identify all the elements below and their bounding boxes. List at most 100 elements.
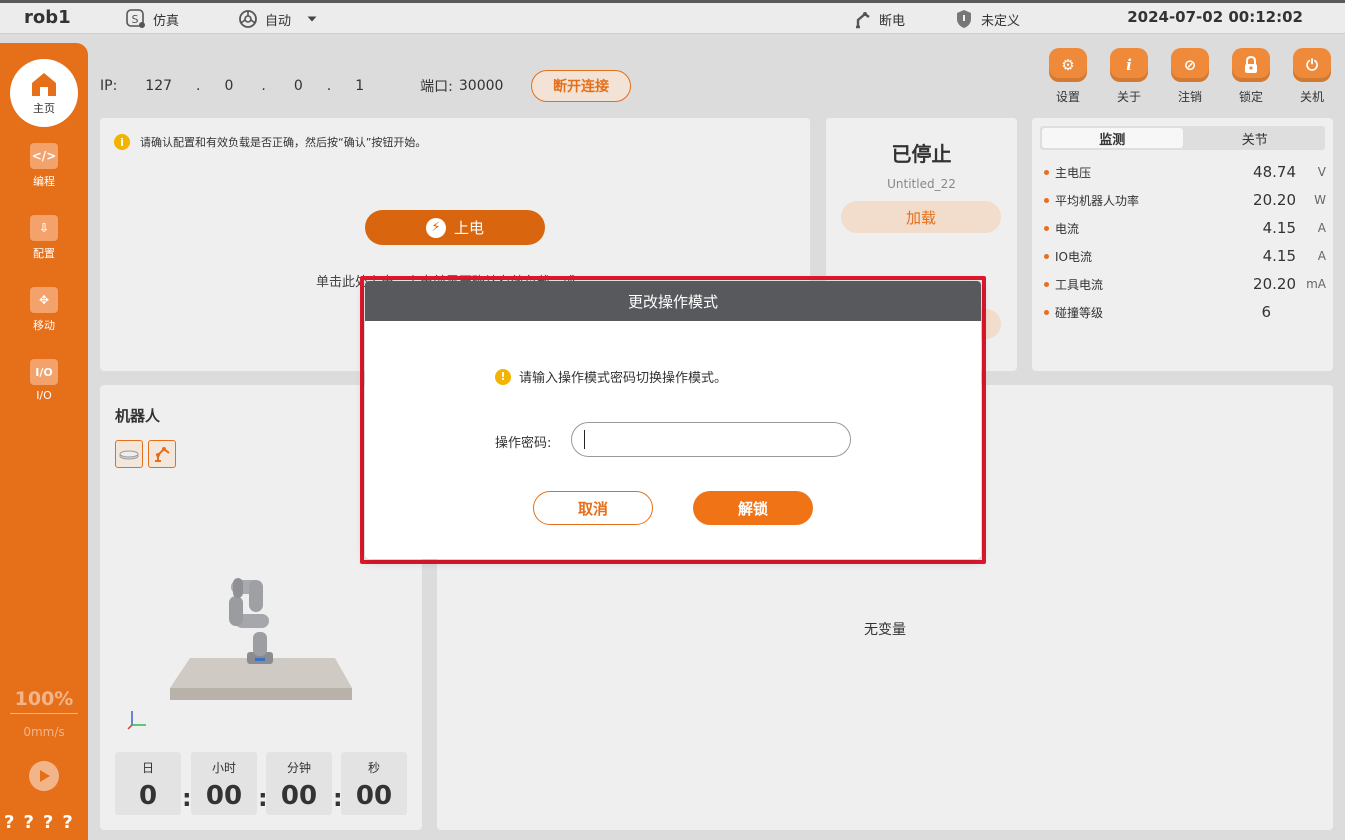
power-on-button[interactable]: ⚡ 上电 (365, 210, 545, 245)
monitor-row: 电流 4.15 A (1044, 216, 1326, 240)
play-button[interactable] (29, 761, 59, 791)
load-button[interactable]: 加载 (841, 201, 1001, 233)
ip-dot: . (196, 78, 201, 94)
action-label: 关于 (1116, 90, 1141, 104)
monitor-unit: V (1317, 165, 1326, 179)
io-icon: I/O (30, 359, 58, 385)
monitor-value: 4.15 (1262, 247, 1296, 265)
cancel-button[interactable]: 取消 (533, 491, 653, 525)
timer-label: 分钟 (286, 761, 311, 775)
monitor-row: 工具电流 20.20 mA (1044, 272, 1326, 296)
svg-text:S: S (132, 13, 139, 26)
simulation-indicator[interactable]: S 仿真 (125, 8, 179, 30)
shutdown-button[interactable]: ⏻ 关机 (1287, 48, 1337, 105)
robot-panel-title: 机器人 (115, 407, 161, 425)
monitor-row: IO电流 4.15 A (1044, 244, 1326, 268)
sidebar-item-label: 移动 (33, 319, 55, 332)
monitor-row: 平均机器人功率 20.20 W (1044, 188, 1326, 212)
view-robot-button[interactable] (148, 440, 176, 468)
timer-value: 0 (138, 781, 158, 811)
ip-dot: . (261, 78, 266, 94)
timer-label: 秒 (367, 761, 380, 775)
speed-percent: 100% (14, 688, 74, 710)
info-icon: i (1110, 48, 1148, 82)
mode-dropdown[interactable]: 自动 (237, 8, 319, 30)
tab-monitor[interactable]: 监测 (1042, 128, 1183, 148)
datetime: 2024-07-02 00:12:02 (1127, 8, 1303, 26)
sidebar-item-io[interactable]: I/O I/O (0, 359, 88, 402)
view-base-button[interactable] (115, 440, 143, 468)
warning-icon: i (114, 134, 130, 150)
chevron-down-icon (307, 16, 317, 22)
move-icon: ✥ (30, 287, 58, 313)
port-label: 端口: (420, 79, 453, 95)
timer-label: 日 (141, 761, 154, 775)
lightning-icon: ⚡ (425, 217, 446, 238)
sidebar-item-home[interactable]: 主页 (10, 59, 78, 127)
simulation-label: 仿真 (153, 13, 180, 29)
monitor-name: 电流 (1055, 221, 1080, 236)
timer-minutes: 分钟 00 (266, 752, 332, 815)
robot-arm-icon (856, 12, 870, 29)
sidebar: 主页 </> 编程 ⇩ 配置 ✥ 移动 I/O I/O 100% 0mm/s ?… (0, 43, 88, 840)
axis-indicator-icon (127, 711, 146, 730)
config-icon: ⇩ (30, 215, 58, 241)
ip-octet: 0 (224, 78, 234, 94)
monitor-value: 20.20 (1253, 191, 1296, 209)
timer-value: 00 (205, 781, 243, 811)
monitor-value: 20.20 (1253, 275, 1296, 293)
mode-icon (239, 10, 257, 28)
change-mode-dialog: 更改操作模式 ! 请输入操作模式密码切换操作模式。 操作密码: 取消 解锁 (365, 281, 981, 559)
ip-label: IP: (100, 78, 118, 94)
safety-state-indicator: 未定义 (953, 8, 1020, 30)
connection-info: IP: 127 . 0 . 0 . 1 端口: 30000 (100, 70, 503, 102)
help-marks: ???? (4, 812, 82, 833)
ip-octet: 0 (293, 78, 303, 94)
sidebar-item-move[interactable]: ✥ 移动 (0, 287, 88, 333)
sidebar-item-config[interactable]: ⇩ 配置 (0, 215, 88, 261)
power-state-indicator: 断电 (851, 8, 905, 30)
password-input[interactable] (571, 422, 851, 457)
monitor-row: 主电压 48.74 V (1044, 160, 1326, 184)
unlock-button[interactable]: 解锁 (693, 491, 813, 525)
monitor-value: 6 (1261, 303, 1271, 321)
dialog-message: ! 请输入操作模式密码切换操作模式。 (495, 367, 727, 386)
timer-value: 00 (280, 781, 318, 811)
sidebar-item-label: 主页 (33, 102, 55, 115)
code-icon: </> (30, 143, 58, 169)
sidebar-item-program[interactable]: </> 编程 (0, 143, 88, 189)
divider (10, 713, 78, 714)
no-variables-text: 无变量 (864, 622, 906, 638)
robot-3d-view[interactable] (165, 570, 360, 705)
lock-icon (1232, 48, 1270, 82)
about-button[interactable]: i 关于 (1104, 48, 1154, 105)
action-label: 注销 (1177, 90, 1202, 104)
monitor-name: 平均机器人功率 (1055, 193, 1140, 208)
action-label: 设置 (1055, 90, 1080, 104)
monitor-unit: A (1317, 249, 1326, 263)
home-icon (32, 73, 56, 96)
dialog-message-text: 请输入操作模式密码切换操作模式。 (519, 371, 728, 386)
robot-arm-icon (155, 447, 170, 462)
timer-seconds: 秒 00 (341, 752, 407, 815)
sidebar-item-label: 配置 (33, 247, 55, 260)
power-on-label: 上电 (453, 219, 484, 237)
mode-label: 自动 (265, 13, 292, 29)
lock-button[interactable]: 锁定 (1226, 48, 1276, 105)
monitor-name: 工具电流 (1055, 277, 1104, 292)
monitor-name: 主电压 (1055, 165, 1092, 180)
sidebar-item-label: 编程 (33, 175, 55, 188)
timer-value: 00 (355, 781, 393, 811)
speed-value: 0mm/s (23, 725, 65, 739)
startup-notice: i 请确认配置和有效负载是否正确，然后按“确认”按钮开始。 (114, 134, 426, 150)
simulation-icon: S (126, 9, 145, 28)
settings-button[interactable]: ⚙ 设置 (1043, 48, 1093, 105)
settings-icon: ⚙ (1049, 48, 1087, 82)
disconnect-button[interactable]: 断开连接 (531, 70, 631, 102)
monitor-unit: mA (1306, 277, 1326, 291)
tab-joints[interactable]: 关节 (1185, 126, 1326, 150)
logout-icon: ⊘ (1171, 48, 1209, 82)
sidebar-item-label: I/O (36, 389, 52, 402)
logout-button[interactable]: ⊘ 注销 (1165, 48, 1215, 105)
timer-days: 日 0 (115, 752, 181, 815)
